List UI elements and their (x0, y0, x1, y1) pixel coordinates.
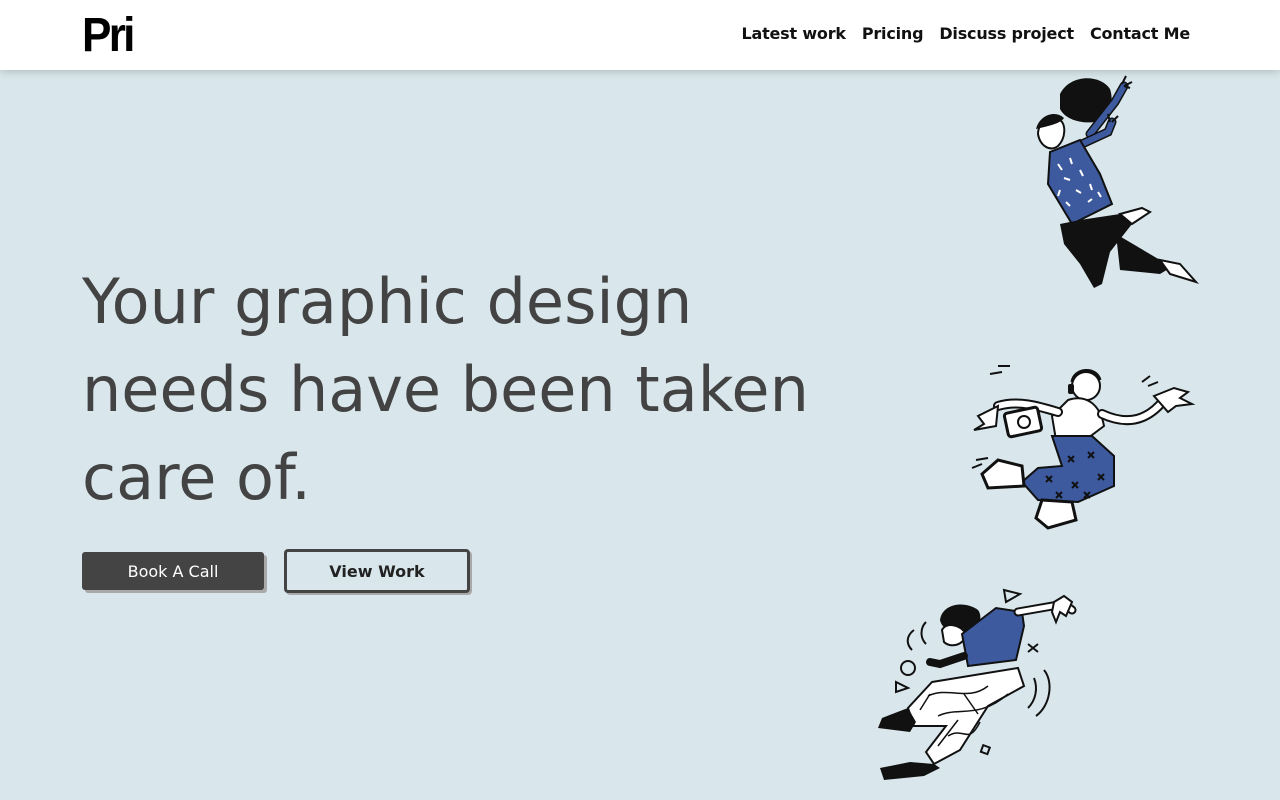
nav-contact-me[interactable]: Contact Me (1090, 24, 1190, 43)
nav-pricing[interactable]: Pricing (862, 24, 924, 43)
nav-discuss-project[interactable]: Discuss project (939, 24, 1074, 43)
nav-latest-work[interactable]: Latest work (741, 24, 846, 43)
view-work-button[interactable]: View Work (284, 549, 470, 593)
site-header: Pri Latest work Pricing Discuss project … (0, 0, 1280, 70)
book-call-button[interactable]: Book A Call (82, 552, 264, 590)
dancing-man-illustration (971, 365, 1196, 530)
main-nav: Latest work Pricing Discuss project Cont… (741, 24, 1190, 43)
flying-person-illustration (878, 588, 1077, 780)
hero-headline: Your graphic design needs have been take… (82, 265, 809, 514)
logo[interactable]: Pri (82, 12, 135, 60)
jumping-woman-illustration (1036, 75, 1200, 288)
